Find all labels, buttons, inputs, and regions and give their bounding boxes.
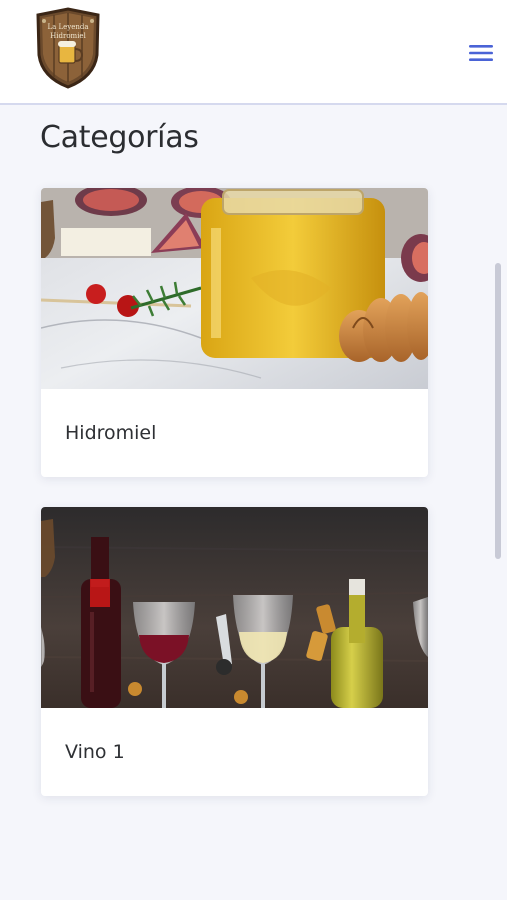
site-header: La Leyenda Hidromiel bbox=[0, 0, 507, 105]
hamburger-menu-icon[interactable] bbox=[466, 40, 496, 66]
logo-text-bottom: Hidromiel bbox=[50, 32, 86, 40]
brand-logo[interactable]: La Leyenda Hidromiel bbox=[34, 7, 102, 89]
wine-bottles-photo bbox=[41, 507, 428, 708]
logo-text-top: La Leyenda bbox=[47, 23, 88, 31]
category-label[interactable]: Vino 1 bbox=[65, 741, 125, 763]
honey-jar-photo bbox=[41, 188, 428, 389]
category-card-hidromiel[interactable]: Hidromiel bbox=[41, 188, 428, 477]
page-title: Categorías bbox=[40, 120, 199, 155]
category-card-vino-1[interactable]: Vino 1 bbox=[41, 507, 428, 796]
scrollbar-thumb[interactable] bbox=[495, 263, 501, 559]
category-label[interactable]: Hidromiel bbox=[65, 422, 156, 444]
